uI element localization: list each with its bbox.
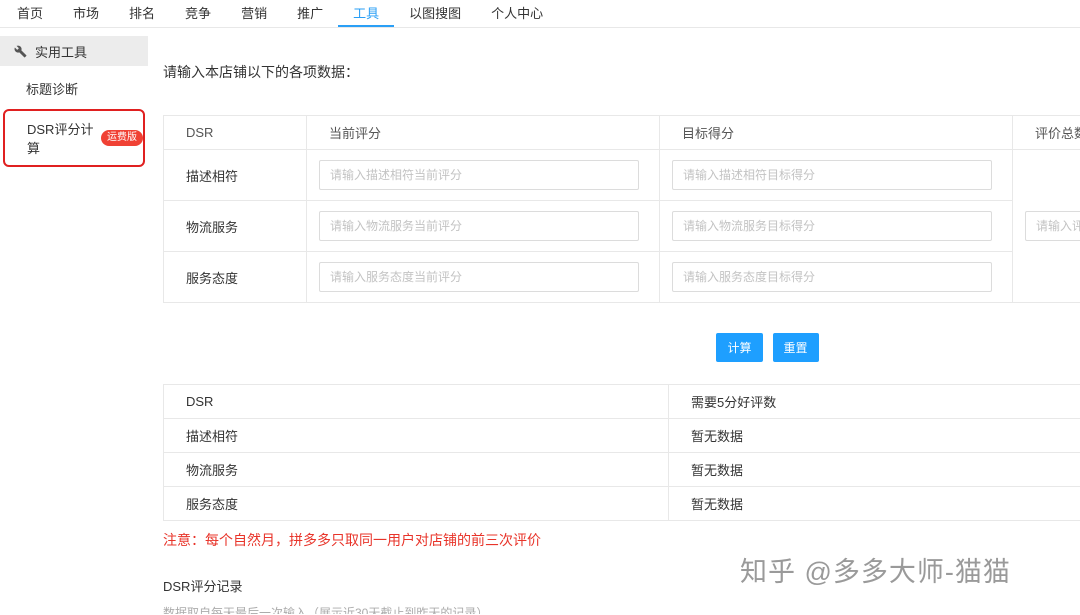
result-value: 暂无数据: [668, 486, 1080, 521]
record-subtitle: 数据取自每天最后一次输入（展示近30天截止到昨天的记录）: [163, 606, 489, 614]
result-label: 物流服务: [163, 452, 669, 487]
result-label: 描述相符: [163, 418, 669, 453]
nav-item-tools[interactable]: 工具: [338, 0, 395, 27]
result-table-header-row: DSR 需要5分好评数: [163, 384, 1080, 419]
nav-item-marketing[interactable]: 营销: [226, 0, 282, 27]
nav-item-rank[interactable]: 排名: [114, 0, 170, 27]
calculate-button[interactable]: 计算: [716, 333, 763, 362]
result-value: 暂无数据: [668, 452, 1080, 487]
table-row: 服务态度: [163, 251, 1080, 303]
result-label: 服务态度: [163, 486, 669, 521]
page-layout: 实用工具 标题诊断 DSR评分计算 运费版 请输入本店铺以下的各项数据： DSR…: [0, 28, 1080, 614]
main-content: 请输入本店铺以下的各项数据： DSR 当前评分 目标得分 评价总数? 描述相符: [148, 28, 1080, 614]
nav-item-home[interactable]: 首页: [2, 0, 58, 27]
wrench-icon: [14, 45, 27, 57]
sidebar-header-label: 实用工具: [35, 44, 88, 60]
input-logistics-current[interactable]: [319, 211, 639, 241]
table-row: 服务态度 暂无数据: [163, 486, 1080, 521]
sidebar-item-label: DSR评分计算: [27, 122, 94, 156]
reset-button[interactable]: 重置: [772, 333, 819, 362]
table-row: 描述相符 暂无数据: [163, 418, 1080, 453]
sidebar-header: 实用工具: [0, 36, 148, 66]
nav-item-image-search[interactable]: 以图搜图: [394, 0, 476, 27]
input-service-current[interactable]: [319, 262, 639, 292]
button-row: 计算 重置: [163, 333, 1080, 362]
record-title: DSR评分记录: [163, 579, 243, 594]
sidebar-item-dsr-calculator[interactable]: DSR评分计算 运费版: [3, 109, 145, 167]
row-label-service: 服务态度: [163, 251, 307, 303]
col-header-dsr: DSR: [163, 115, 307, 150]
input-table: DSR 当前评分 目标得分 评价总数? 描述相符 物流服务: [163, 115, 1080, 303]
row-label-description: 描述相符: [163, 149, 307, 201]
result-col-header-dsr: DSR: [163, 384, 669, 419]
col-header-review-total: 评价总数?: [1012, 115, 1080, 150]
intro-text: 请输入本店铺以下的各项数据：: [163, 64, 359, 80]
col-header-review-total-label: 评价总数: [1035, 126, 1080, 141]
col-header-target-score: 目标得分: [659, 115, 1013, 150]
col-header-current-score: 当前评分: [306, 115, 660, 150]
nav-item-profile[interactable]: 个人中心: [476, 0, 558, 27]
warning-note: 注意：每个自然月，拼多多只取同一用户对店铺的前三次评价: [163, 532, 541, 548]
nav-item-promotion[interactable]: 推广: [282, 0, 338, 27]
result-value: 暂无数据: [668, 418, 1080, 453]
table-row: 物流服务 暂无数据: [163, 452, 1080, 487]
top-nav: 首页 市场 排名 竞争 营销 推广 工具 以图搜图 个人中心: [0, 0, 1080, 28]
input-logistics-target[interactable]: [672, 211, 992, 241]
input-table-header-row: DSR 当前评分 目标得分 评价总数?: [163, 115, 1080, 150]
sidebar-item-title-diagnosis[interactable]: 标题诊断: [0, 66, 148, 107]
table-row: 描述相符: [163, 149, 1080, 303]
input-service-target[interactable]: [672, 262, 992, 292]
table-row: 物流服务: [163, 200, 1080, 252]
input-description-current[interactable]: [319, 160, 639, 190]
nav-item-compete[interactable]: 竞争: [170, 0, 226, 27]
input-review-total[interactable]: [1025, 211, 1080, 241]
row-label-logistics: 物流服务: [163, 200, 307, 252]
freight-version-badge: 运费版: [101, 130, 143, 146]
result-col-header-needed: 需要5分好评数: [668, 384, 1080, 419]
nav-item-market[interactable]: 市场: [58, 0, 114, 27]
sidebar: 实用工具 标题诊断 DSR评分计算 运费版: [0, 28, 148, 614]
result-table: DSR 需要5分好评数 描述相符 暂无数据 物流服务 暂无数据 服务态度 暂无数…: [163, 384, 1080, 521]
input-description-target[interactable]: [672, 160, 992, 190]
